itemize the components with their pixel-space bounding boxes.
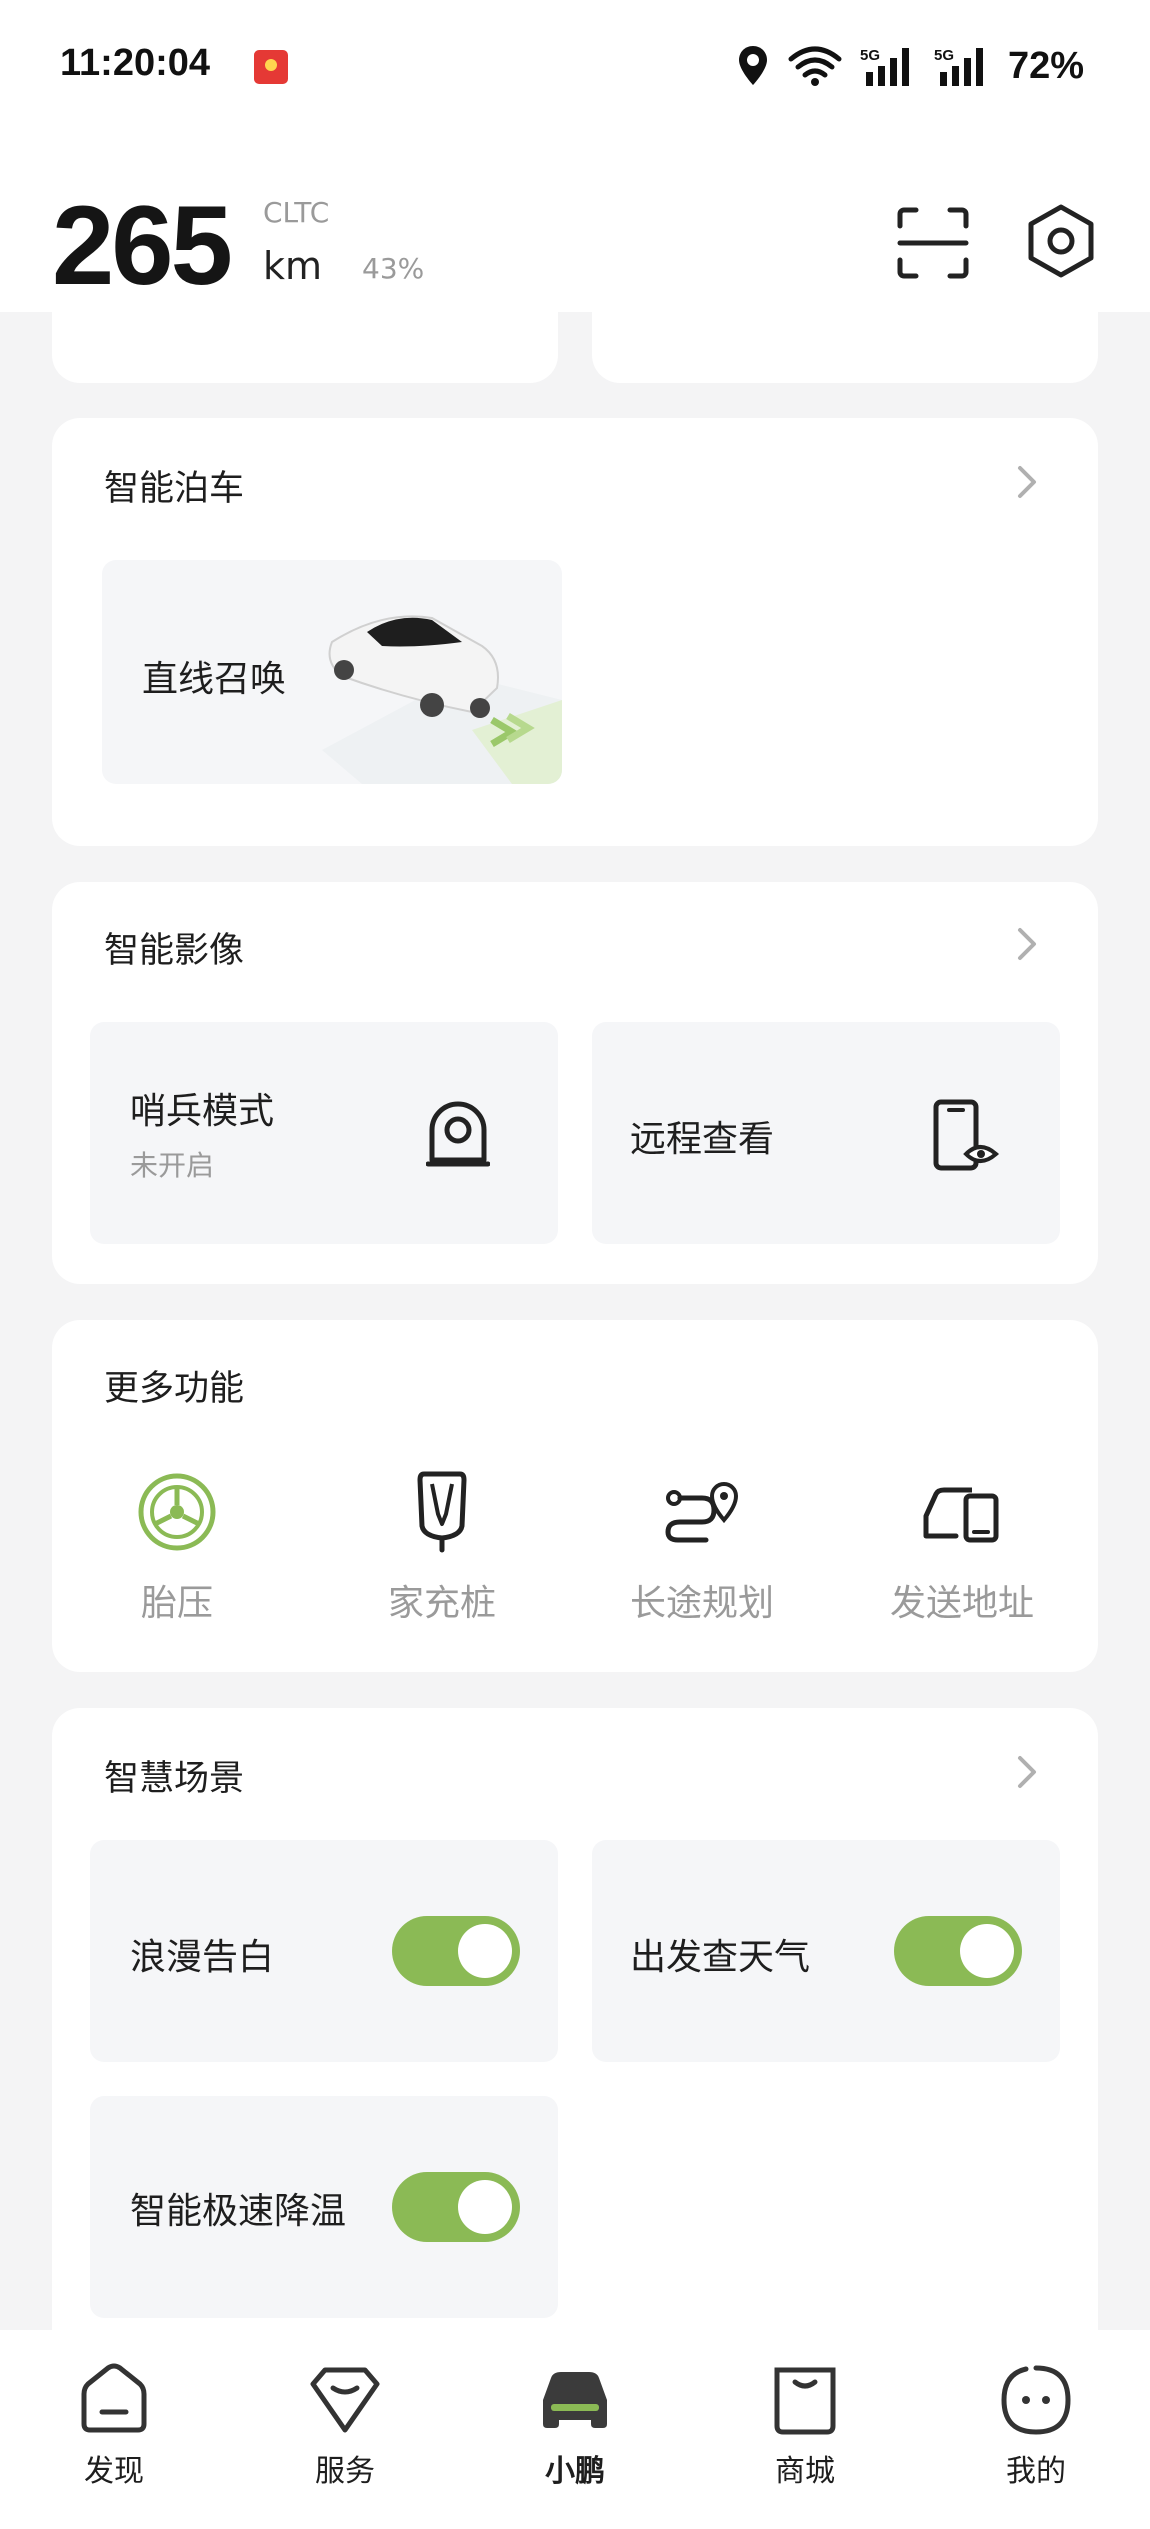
smart-scenes-title: 智慧场景 [104, 1759, 245, 1799]
scan-icon[interactable] [896, 206, 970, 280]
range-standard: CLTC [263, 196, 330, 229]
signal-5g-icon: 5G [860, 47, 909, 86]
car-summon-illustration [322, 615, 562, 784]
straight-summon-tile[interactable]: 直线召唤 [102, 560, 562, 784]
vehicle-header: 265 CLTC km 43% [0, 140, 1150, 312]
range-unit: km [263, 244, 323, 288]
network-type-label: 5G [860, 47, 880, 64]
scene-tile-cooling: 智能极速降温 [90, 2096, 558, 2318]
more-features-title: 更多功能 [104, 1369, 245, 1409]
battery-level: 43% [362, 252, 425, 285]
remote-view-label: 远程查看 [630, 1119, 775, 1160]
location-icon [738, 46, 767, 85]
nav-xpeng[interactable]: 小鹏 [505, 2360, 645, 2490]
wifi-icon [788, 46, 842, 86]
feature-route-planning[interactable]: 长途规划 [592, 1470, 812, 1626]
scene-label: 出发查天气 [630, 1937, 811, 1978]
nav-discover[interactable]: 发现 [44, 2360, 184, 2490]
smart-parking-title: 智能泊车 [104, 469, 245, 509]
discover-icon [81, 2363, 147, 2433]
feature-label: 发送地址 [889, 1583, 1034, 1624]
chevron-right-icon[interactable] [1012, 924, 1042, 964]
home-charger-icon [417, 1471, 467, 1553]
shopping-bag-icon [774, 2367, 836, 2435]
scene-label: 智能极速降温 [130, 2191, 347, 2232]
car-icon [543, 2372, 607, 2428]
status-indicators: 5G 5G 72% [736, 40, 1084, 92]
nav-profile[interactable]: 我的 [966, 2360, 1106, 2490]
nav-label: 我的 [1006, 2454, 1066, 2489]
feature-send-address[interactable]: 发送地址 [852, 1470, 1072, 1626]
app-notification-icon [254, 50, 288, 84]
scene-tile-weather: 出发查天气 [592, 1840, 1060, 2062]
battery-percentage: 72% [1007, 44, 1084, 87]
profile-face-icon [1001, 2365, 1071, 2435]
nav-mall[interactable]: 商城 [735, 2360, 875, 2490]
nav-service[interactable]: 服务 [275, 2360, 415, 2490]
chevron-right-icon[interactable] [1012, 1752, 1042, 1792]
feature-home-charger[interactable]: 家充桩 [332, 1470, 552, 1626]
feature-label: 长途规划 [629, 1583, 774, 1624]
send-address-icon [923, 1487, 999, 1543]
scene-toggle[interactable] [894, 1916, 1022, 1986]
smart-video-card: 智能影像 哨兵模式 未开启 远程查看 [52, 882, 1098, 1284]
sentry-mode-status: 未开启 [130, 1149, 215, 1182]
network-type-label: 5G [934, 47, 954, 64]
status-time: 11:20:04 [60, 42, 211, 84]
feature-tire-pressure[interactable]: 胎压 [67, 1470, 287, 1626]
scene-label: 浪漫告白 [130, 1937, 275, 1978]
route-planning-icon [665, 1482, 739, 1543]
tire-pressure-icon [138, 1473, 216, 1551]
signal-5g-icon: 5G [934, 47, 983, 86]
service-icon [310, 2367, 380, 2433]
smart-video-title: 智能影像 [104, 931, 245, 971]
smart-parking-card: 智能泊车 直线召唤 [52, 418, 1098, 846]
range-value: 265 [52, 183, 233, 308]
settings-hexagon-icon[interactable] [1024, 202, 1098, 280]
status-bar: 11:20:04 5G 5G 72% [0, 0, 1150, 140]
remote-view-tile[interactable]: 远程查看 [592, 1022, 1060, 1244]
sentry-camera-icon [426, 1101, 490, 1167]
scene-tile-romantic: 浪漫告白 [90, 1840, 558, 2062]
scene-toggle[interactable] [392, 2172, 520, 2242]
more-features-card: 更多功能 胎压 家充桩 长途规划 发送地址 [52, 1320, 1098, 1672]
nav-label: 发现 [84, 2454, 144, 2489]
nav-label: 小鹏 [545, 2454, 605, 2489]
straight-summon-label: 直线召唤 [142, 659, 287, 700]
chevron-right-icon[interactable] [1012, 462, 1042, 502]
sentry-mode-label: 哨兵模式 [130, 1091, 275, 1132]
feature-label: 家充桩 [387, 1583, 496, 1624]
smart-scenes-card: 智慧场景 浪漫告白 出发查天气 智能极速降温 [52, 1708, 1098, 2368]
nav-label: 服务 [315, 2454, 375, 2489]
nav-label: 商城 [775, 2454, 835, 2489]
sentry-mode-tile[interactable]: 哨兵模式 未开启 [90, 1022, 558, 1244]
remote-view-icon [933, 1099, 1000, 1171]
bottom-nav: 发现 服务 小鹏 商城 我的 [0, 2330, 1150, 2529]
feature-label: 胎压 [140, 1583, 213, 1624]
scene-toggle[interactable] [392, 1916, 520, 1986]
